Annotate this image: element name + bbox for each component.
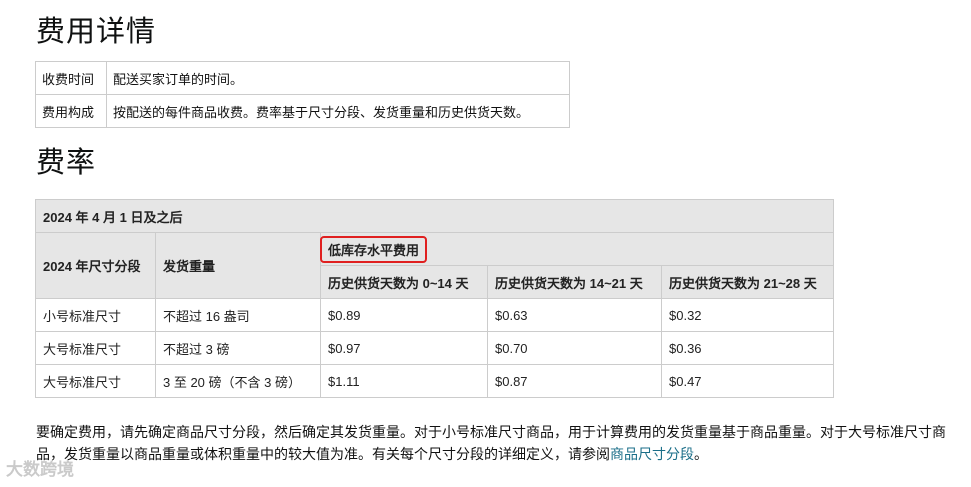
group-header: 低库存水平费用 — [320, 232, 834, 266]
info-key: 收费时间 — [35, 61, 107, 95]
size-tier-link[interactable]: 商品尺寸分段 — [610, 446, 694, 462]
fee-cell: $1.11 — [320, 364, 488, 398]
table-caption: 2024 年 4 月 1 日及之后 — [35, 199, 834, 233]
fee-cell: $0.87 — [487, 364, 662, 398]
highlight-box: 低库存水平费用 — [320, 235, 428, 263]
fee-cell: $0.97 — [320, 331, 488, 365]
watermark-logo: 大数跨境 — [6, 460, 74, 479]
size-cell: 大号标准尺寸 — [35, 331, 156, 365]
col-size-header: 2024 年尺寸分段 — [35, 232, 156, 299]
weight-cell: 不超过 16 盎司 — [155, 298, 321, 332]
rates-heading: 费率 — [36, 147, 97, 179]
fee-cell: $0.63 — [487, 298, 662, 332]
info-key: 费用构成 — [35, 94, 107, 128]
table-row: 大号标准尺寸 3 至 20 磅（不含 3 磅） $1.11 $0.87 $0.4… — [35, 364, 834, 398]
fee-cell: $0.89 — [320, 298, 488, 332]
fee-cell: $0.32 — [661, 298, 834, 332]
table-row: 大号标准尺寸 不超过 3 磅 $0.97 $0.70 $0.36 — [35, 331, 834, 365]
info-value: 按配送的每件商品收费。费率基于尺寸分段、发货重量和历史供货天数。 — [106, 94, 570, 128]
paragraph-text: 要确定费用，请先确定商品尺寸分段，然后确定其发货重量。对于小号标准尺寸商品，用于… — [36, 424, 946, 462]
explanation-paragraph: 要确定费用，请先确定商品尺寸分段，然后确定其发货重量。对于小号标准尺寸商品，用于… — [36, 421, 956, 465]
fee-cell: $0.36 — [661, 331, 834, 365]
fee-info-table: 收费时间 配送买家订单的时间。 费用构成 按配送的每件商品收费。费率基于尺寸分段… — [35, 61, 570, 128]
table-row: 费用构成 按配送的每件商品收费。费率基于尺寸分段、发货重量和历史供货天数。 — [35, 94, 570, 128]
page-title: 费用详情 — [36, 16, 157, 48]
col-weight-header: 发货重量 — [155, 232, 321, 299]
paragraph-end: 。 — [694, 446, 708, 462]
table-caption-row: 2024 年 4 月 1 日及之后 — [35, 199, 834, 233]
size-cell: 小号标准尺寸 — [35, 298, 156, 332]
weight-cell: 不超过 3 磅 — [155, 331, 321, 365]
table-row: 小号标准尺寸 不超过 16 盎司 $0.89 $0.63 $0.32 — [35, 298, 834, 332]
info-value: 配送买家订单的时间。 — [106, 61, 570, 95]
table-header-row: 2024 年尺寸分段 发货重量 低库存水平费用 — [35, 232, 834, 299]
rate-table: 2024 年 4 月 1 日及之后 2024 年尺寸分段 发货重量 低库存水平费… — [35, 199, 834, 398]
weight-cell: 3 至 20 磅（不含 3 磅） — [155, 364, 321, 398]
table-row: 收费时间 配送买家订单的时间。 — [35, 61, 570, 95]
sub-header: 历史供货天数为 21~28 天 — [661, 265, 834, 299]
fee-cell: $0.47 — [661, 364, 834, 398]
fee-cell: $0.70 — [487, 331, 662, 365]
sub-header: 历史供货天数为 0~14 天 — [320, 265, 488, 299]
sub-header: 历史供货天数为 14~21 天 — [487, 265, 662, 299]
group-header-label: 低库存水平费用 — [328, 242, 420, 258]
size-cell: 大号标准尺寸 — [35, 364, 156, 398]
